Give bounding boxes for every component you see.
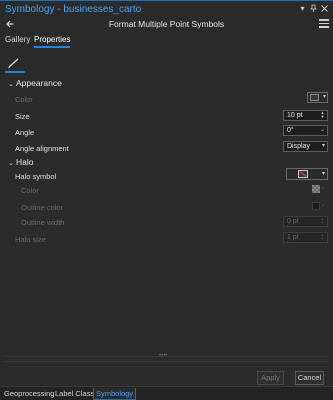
spin-arrows-icon: ▲ ▼ [320, 216, 325, 225]
angle-alignment-value: Display [287, 143, 310, 150]
chevron-down-icon: ▾ [322, 186, 325, 192]
angle-alignment-select[interactable]: Display ▾ [283, 141, 328, 152]
chevron-down-icon: ⌄ [8, 160, 14, 167]
size-value: 10 pt [287, 112, 303, 119]
tab-symbology[interactable]: Symbology [93, 388, 137, 400]
pane-titlebar: Symbology - businesses_carto ▾ [0, 1, 333, 17]
chevron-down-icon: ▾ [321, 171, 325, 177]
symbology-pane: Symbology - businesses_carto ▾ Format Mu… [0, 0, 333, 386]
hamburger-menu-icon[interactable] [319, 19, 329, 29]
halo-section-header[interactable]: ⌄ Halo [8, 157, 33, 167]
halo-size-value: 1 pt [287, 234, 299, 241]
tab-gallery[interactable]: Gallery [5, 35, 30, 44]
pane-title: Symbology - businesses_carto [5, 4, 142, 15]
pin-icon[interactable] [309, 4, 318, 13]
outline-width-value: 0 pt [287, 218, 299, 225]
splitter-grip-icon[interactable]: •••• [159, 353, 173, 359]
angle-alignment-label: Angle alignment [15, 144, 69, 153]
halo-symbol-label: Halo symbol [15, 172, 57, 181]
chevron-down-icon: ⌄ [8, 81, 14, 88]
outline-color-label: Outline color [21, 203, 64, 212]
halo-size-label: Halo size [15, 235, 46, 244]
dock-tab-strip: Geoprocessing Label Class Symbology [0, 386, 333, 400]
color-swatch-icon [310, 94, 319, 101]
spin-arrows-icon: ▲ ▼ [320, 232, 325, 241]
panel-subtitle: Format Multiple Point Symbols [108, 19, 225, 29]
chevron-down-icon: ▾ [322, 203, 325, 209]
tab-geoprocessing[interactable]: Geoprocessing [2, 388, 56, 400]
halo-symbol-picker[interactable]: ▾ [286, 168, 328, 180]
angle-label: Angle [15, 128, 35, 137]
halo-color-swatch [312, 185, 320, 193]
apply-button[interactable]: Apply [257, 371, 284, 385]
close-icon[interactable] [320, 4, 329, 13]
pane-options-dropdown-icon[interactable]: ▾ [298, 4, 307, 13]
brush-icon[interactable] [5, 55, 25, 73]
tab-properties[interactable]: Properties [34, 35, 71, 48]
angle-value: 0° [287, 127, 294, 134]
appearance-section-header[interactable]: ⌄ Appearance [8, 78, 62, 88]
outline-color-swatch [312, 202, 320, 210]
outline-width-stepper: 0 pt ▲ ▼ [283, 216, 328, 227]
halo-size-stepper: 1 pt ▲ ▼ [283, 232, 328, 243]
chevron-down-icon[interactable]: ⌄ [320, 126, 325, 135]
cancel-button[interactable]: Cancel [295, 371, 324, 385]
appearance-color-picker[interactable]: ▾ [307, 92, 328, 103]
chevron-down-icon: ▾ [321, 143, 325, 149]
halo-symbol-preview-icon [298, 170, 308, 178]
chevron-down-icon: ▾ [322, 94, 326, 100]
spin-arrows-icon[interactable]: ▲ ▼ [320, 111, 325, 120]
halo-color-label: Color [21, 186, 39, 195]
angle-stepper[interactable]: 0° ⌄ [283, 125, 328, 136]
size-label: Size [15, 112, 30, 121]
tab-label-class[interactable]: Label Class [53, 388, 96, 400]
appearance-color-label: Color [15, 95, 33, 104]
outline-width-label: Outline width [21, 218, 65, 227]
size-stepper[interactable]: 10 pt ▲ ▼ [283, 110, 328, 121]
